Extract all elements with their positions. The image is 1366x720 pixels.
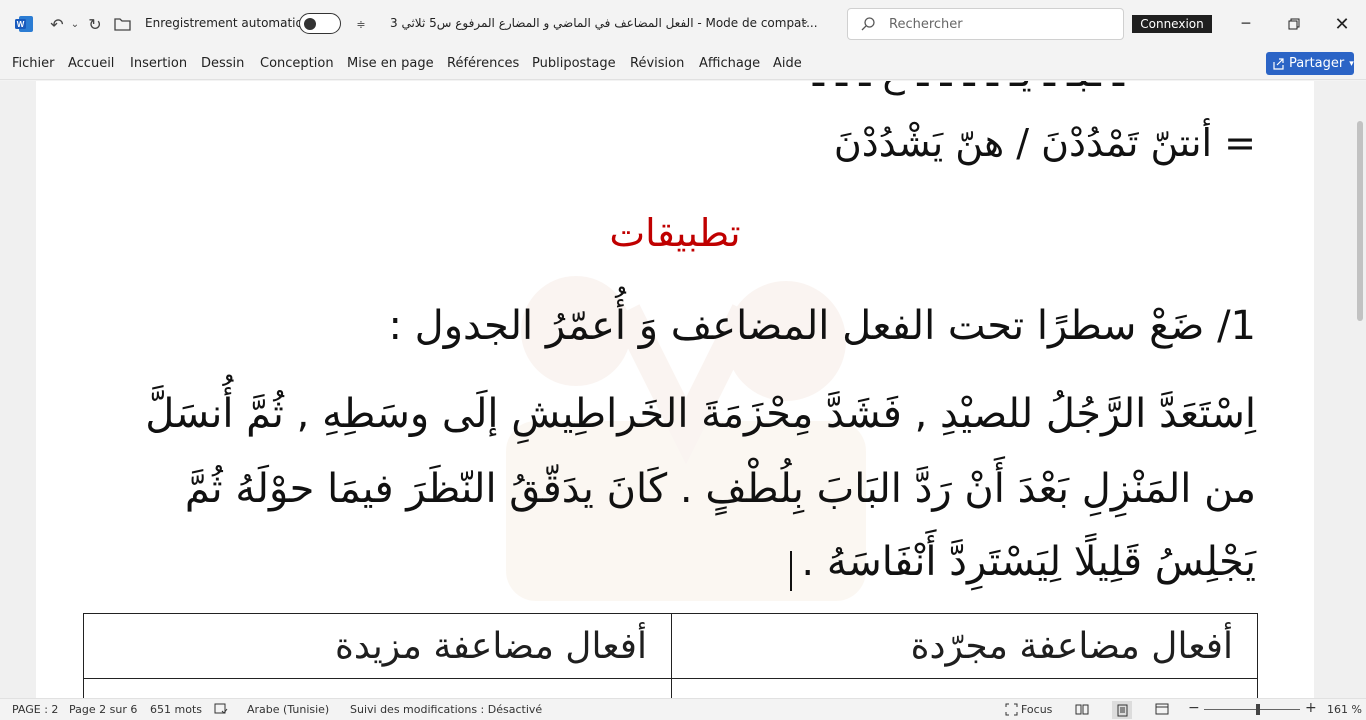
menu-conception[interactable]: Conception (260, 56, 334, 71)
zoom-in-icon[interactable]: + (1305, 700, 1317, 716)
undo-dropdown-icon[interactable]: ⌄ (64, 13, 86, 35)
table-cell[interactable] (83, 678, 672, 698)
open-folder-icon[interactable] (112, 13, 134, 35)
toggle-knob (304, 17, 316, 30)
conjugation-line: = أنتنّ تَمْدُدْنَ / هنّ يَشْدُدْنَ (833, 121, 1256, 165)
exercise-table: أفعال مضاعفة مزيدة أفعال مضاعفة مجرّدة (83, 613, 1258, 698)
paragraph-line-1: اِسْتَعَدَّ الرَّجُلُ للصيْدِ , فَشَدَّ … (145, 391, 1256, 437)
page-count[interactable]: Page 2 sur 6 (69, 703, 137, 716)
track-changes-status[interactable]: Suivi des modifications : Désactivé (350, 703, 542, 716)
menu-mise-en-page[interactable]: Mise en page (347, 56, 434, 71)
word-icon[interactable]: W (14, 14, 34, 34)
signin-button[interactable]: Connexion (1132, 15, 1212, 33)
section-heading: تطبيقات (609, 211, 741, 255)
exercise-question: 1/ ضَعْ سطرًا تحت الفعل المضاعف وَ أُعمّ… (388, 303, 1256, 349)
scrollbar-thumb[interactable] (1357, 121, 1363, 321)
proofing-icon[interactable] (214, 702, 228, 716)
menu-bar: Fichier Accueil Insertion Dessin Concept… (0, 48, 1366, 80)
document-title[interactable]: الفعل المضاعف في الماضي و المضارع المرفو… (390, 16, 818, 30)
autosave-toggle[interactable] (299, 13, 341, 34)
chevron-down-icon[interactable]: ⌄ (800, 13, 810, 27)
status-bar: PAGE : 2 Page 2 sur 6 651 mots Arabe (Tu… (0, 698, 1366, 720)
table-header-cell[interactable]: أفعال مضاعفة مجرّدة (671, 613, 1258, 679)
menu-revision[interactable]: Révision (630, 56, 684, 71)
zoom-out-icon[interactable]: − (1188, 700, 1200, 716)
share-button[interactable]: Partager ▾ (1266, 52, 1354, 75)
search-icon (861, 17, 875, 31)
menu-references[interactable]: Références (447, 56, 519, 71)
document-page[interactable]: ـ ـبـ ـ يـ ـ ـ ـ ـ ع ـ ـ ـ = أنتنّ تَمْد… (36, 81, 1314, 698)
table-cell[interactable] (671, 678, 1258, 698)
search-box[interactable]: Rechercher (847, 8, 1124, 40)
document-area: ـ ـبـ ـ يـ ـ ـ ـ ـ ع ـ ـ ـ = أنتنّ تَمْد… (0, 81, 1366, 698)
focus-label[interactable]: Focus (1021, 703, 1052, 716)
menu-publipostage[interactable]: Publipostage (532, 56, 616, 71)
menu-insertion[interactable]: Insertion (130, 56, 187, 71)
chevron-down-icon: ▾ (1349, 58, 1354, 69)
language-indicator[interactable]: Arabe (Tunisie) (247, 703, 329, 716)
autosave-label: Enregistrement automatique (145, 16, 319, 30)
paragraph-line-3: يَجْلِسُ قَلِيلًا لِيَسْتَرِدَّ أَنْفَاس… (801, 539, 1256, 585)
web-layout-icon[interactable] (1155, 702, 1169, 716)
share-label: Partager (1289, 56, 1345, 71)
minimize-icon[interactable]: ─ (1234, 12, 1258, 36)
search-input[interactable]: Rechercher (889, 17, 963, 32)
table-header-cell[interactable]: أفعال مضاعفة مزيدة (83, 613, 672, 679)
word-count[interactable]: 651 mots (150, 703, 202, 716)
menu-accueil[interactable]: Accueil (68, 56, 114, 71)
partial-text-line: ـ ـبـ ـ يـ ـ ـ ـ ـ ع ـ ـ ـ (813, 81, 1124, 95)
redo-icon[interactable]: ↻ (84, 13, 106, 35)
vertical-scrollbar[interactable] (1354, 81, 1366, 698)
menu-affichage[interactable]: Affichage (699, 56, 760, 71)
menu-fichier[interactable]: Fichier (12, 56, 55, 71)
print-layout-icon[interactable] (1112, 701, 1132, 719)
focus-icon[interactable] (1004, 702, 1018, 716)
zoom-slider-thumb[interactable] (1256, 704, 1260, 715)
close-icon[interactable]: ✕ (1330, 12, 1354, 36)
page-indicator[interactable]: PAGE : 2 (12, 703, 58, 716)
menu-dessin[interactable]: Dessin (201, 56, 244, 71)
text-cursor (790, 551, 792, 591)
zoom-slider[interactable] (1204, 709, 1300, 710)
menu-aide[interactable]: Aide (773, 56, 802, 71)
zoom-level[interactable]: 161 % (1327, 703, 1362, 716)
title-bar: W ↶ ⌄ ↻ Enregistrement automatique ≑ الف… (0, 0, 1366, 48)
restore-icon[interactable] (1282, 12, 1306, 36)
read-mode-icon[interactable] (1075, 702, 1089, 716)
customize-toolbar-icon[interactable]: ≑ (350, 13, 372, 35)
share-icon (1273, 58, 1284, 70)
paragraph-line-2: من المَنْزِلِ بَعْدَ أَنْ رَدَّ البَابَ … (184, 466, 1256, 512)
svg-text:W: W (17, 20, 25, 29)
